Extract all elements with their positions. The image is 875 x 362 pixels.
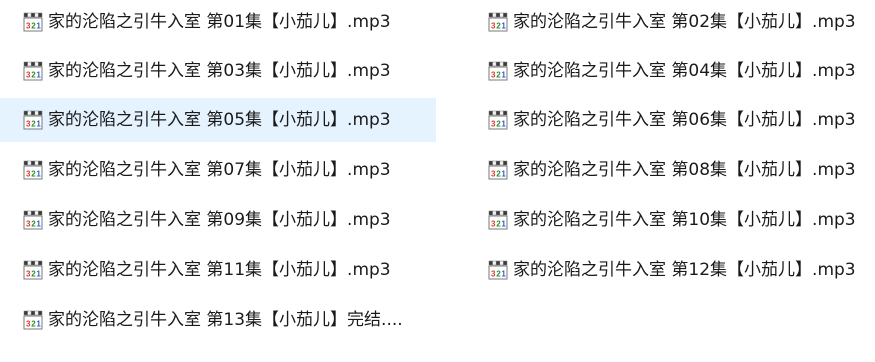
file-list-view: 321 家的沦陷之引牛入室 第01集【小茄儿】.mp3 321 家的沦陷之引牛入… xyxy=(0,0,875,362)
file-item-07[interactable]: 321 家的沦陷之引牛入室 第07集【小茄儿】.mp3 xyxy=(0,148,436,192)
svg-text:1: 1 xyxy=(501,270,506,279)
file-item-10[interactable]: 321 家的沦陷之引牛入室 第10集【小茄儿】.mp3 xyxy=(465,198,875,242)
svg-text:1: 1 xyxy=(36,270,41,279)
media-player-classic-audio-file-icon: 321 xyxy=(487,109,509,131)
file-name: 家的沦陷之引牛入室 第09集【小茄儿】.mp3 xyxy=(48,210,391,230)
file-item-05[interactable]: 321 家的沦陷之引牛入室 第05集【小茄儿】.mp3 xyxy=(0,98,436,142)
svg-text:1: 1 xyxy=(36,71,41,80)
svg-text:1: 1 xyxy=(36,120,41,129)
file-name: 家的沦陷之引牛入室 第01集【小茄儿】.mp3 xyxy=(48,12,391,32)
svg-text:1: 1 xyxy=(36,320,41,329)
media-player-classic-audio-file-icon: 321 xyxy=(487,259,509,281)
svg-text:1: 1 xyxy=(501,170,506,179)
media-player-classic-audio-file-icon: 321 xyxy=(487,159,509,181)
svg-text:1: 1 xyxy=(36,170,41,179)
file-name: 家的沦陷之引牛入室 第03集【小茄儿】.mp3 xyxy=(48,61,391,81)
file-item-11[interactable]: 321 家的沦陷之引牛入室 第11集【小茄儿】.mp3 xyxy=(0,248,436,292)
svg-text:1: 1 xyxy=(501,120,506,129)
media-player-classic-audio-file-icon: 321 xyxy=(22,11,44,33)
file-item-04[interactable]: 321 家的沦陷之引牛入室 第04集【小茄儿】.mp3 xyxy=(465,49,875,93)
media-player-classic-audio-file-icon: 321 xyxy=(487,60,509,82)
file-name: 家的沦陷之引牛入室 第08集【小茄儿】.mp3 xyxy=(513,160,856,180)
file-item-03[interactable]: 321 家的沦陷之引牛入室 第03集【小茄儿】.mp3 xyxy=(0,49,436,93)
file-item-09[interactable]: 321 家的沦陷之引牛入室 第09集【小茄儿】.mp3 xyxy=(0,198,436,242)
file-name: 家的沦陷之引牛入室 第07集【小茄儿】.mp3 xyxy=(48,160,391,180)
file-name: 家的沦陷之引牛入室 第10集【小茄儿】.mp3 xyxy=(513,210,856,230)
media-player-classic-audio-file-icon: 321 xyxy=(22,209,44,231)
svg-text:1: 1 xyxy=(501,220,506,229)
file-item-12[interactable]: 321 家的沦陷之引牛入室 第12集【小茄儿】.mp3 xyxy=(465,248,875,292)
media-player-classic-audio-file-icon: 321 xyxy=(487,209,509,231)
media-player-classic-audio-file-icon: 321 xyxy=(22,109,44,131)
svg-text:1: 1 xyxy=(36,220,41,229)
file-name: 家的沦陷之引牛入室 第02集【小茄儿】.mp3 xyxy=(513,12,856,32)
file-name: 家的沦陷之引牛入室 第12集【小茄儿】.mp3 xyxy=(513,260,856,280)
file-name: 家的沦陷之引牛入室 第05集【小茄儿】.mp3 xyxy=(48,110,391,130)
svg-text:1: 1 xyxy=(36,22,41,31)
file-name: 家的沦陷之引牛入室 第04集【小茄儿】.mp3 xyxy=(513,61,856,81)
svg-text:1: 1 xyxy=(501,71,506,80)
svg-text:1: 1 xyxy=(501,22,506,31)
media-player-classic-audio-file-icon: 321 xyxy=(22,259,44,281)
file-item-01[interactable]: 321 家的沦陷之引牛入室 第01集【小茄儿】.mp3 xyxy=(0,0,436,44)
media-player-classic-audio-file-icon: 321 xyxy=(487,11,509,33)
file-name: 家的沦陷之引牛入室 第11集【小茄儿】.mp3 xyxy=(48,260,391,280)
file-item-02[interactable]: 321 家的沦陷之引牛入室 第02集【小茄儿】.mp3 xyxy=(465,0,875,44)
file-item-13[interactable]: 321 家的沦陷之引牛入室 第13集【小茄儿】完结.... xyxy=(0,298,436,342)
file-item-08[interactable]: 321 家的沦陷之引牛入室 第08集【小茄儿】.mp3 xyxy=(465,148,875,192)
file-item-06[interactable]: 321 家的沦陷之引牛入室 第06集【小茄儿】.mp3 xyxy=(465,98,875,142)
media-player-classic-audio-file-icon: 321 xyxy=(22,159,44,181)
file-name: 家的沦陷之引牛入室 第13集【小茄儿】完结.... xyxy=(48,310,403,330)
media-player-classic-audio-file-icon: 321 xyxy=(22,309,44,331)
media-player-classic-audio-file-icon: 321 xyxy=(22,60,44,82)
file-name: 家的沦陷之引牛入室 第06集【小茄儿】.mp3 xyxy=(513,110,856,130)
